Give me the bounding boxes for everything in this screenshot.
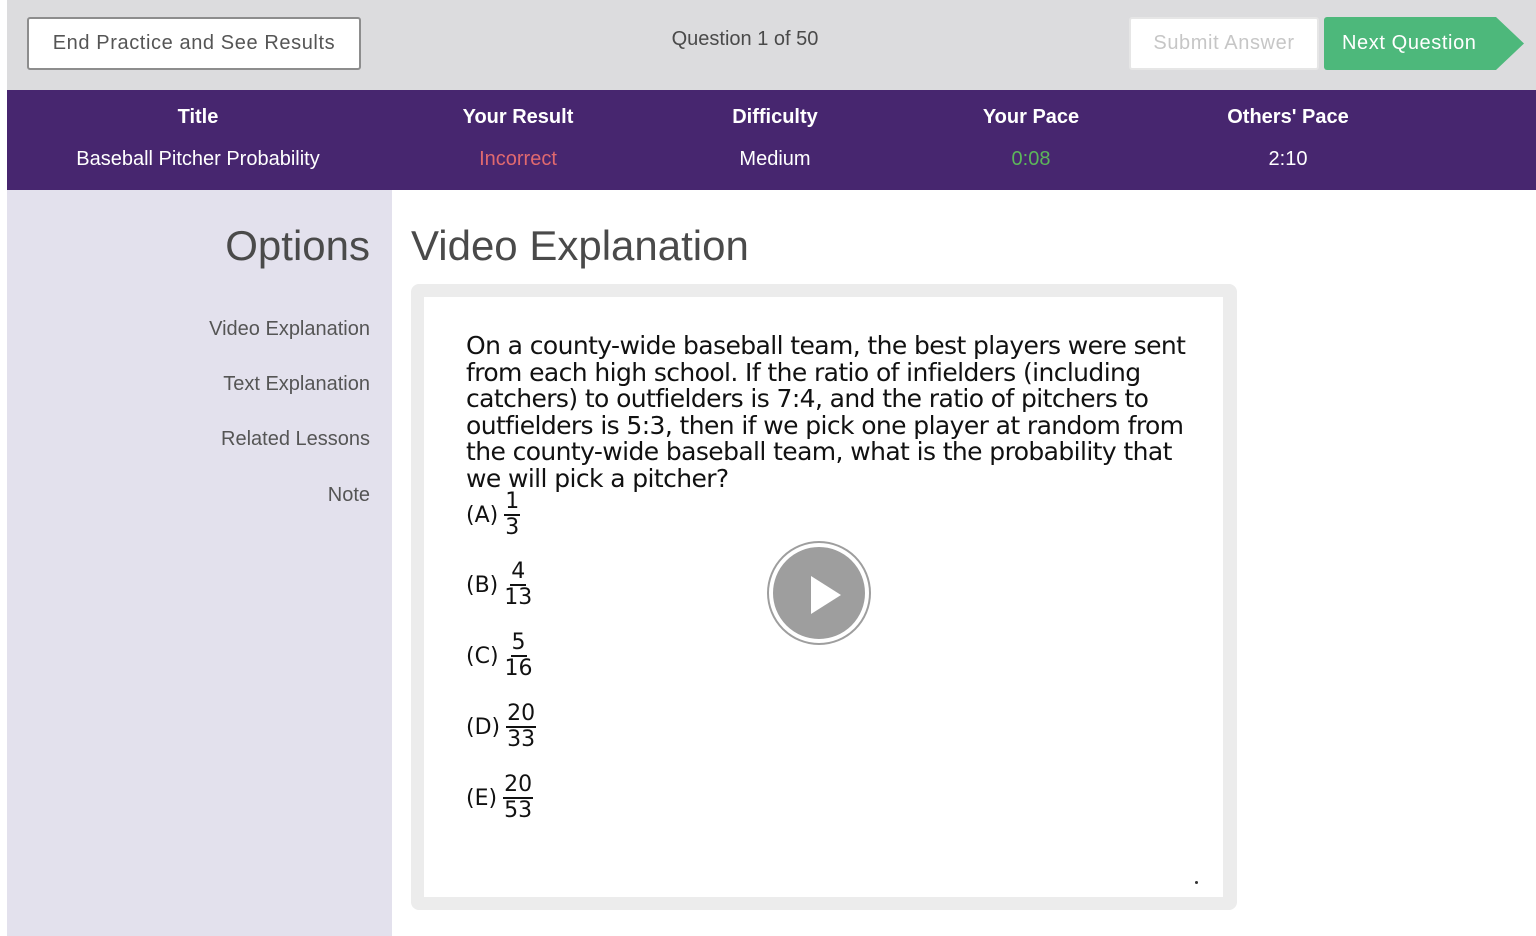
difficulty-label: Difficulty — [732, 106, 818, 128]
your-pace-label: Your Pace — [982, 106, 1080, 128]
others-pace-label: Others' Pace — [1227, 106, 1349, 128]
video-frame-content[interactable]: On a county-wide baseball team, the best… — [424, 297, 1223, 897]
choice-fraction: 20 33 — [506, 701, 537, 752]
choice-letter: (E) — [466, 785, 498, 811]
fraction-numerator: 1 — [504, 489, 521, 516]
difficulty-value: Medium — [739, 148, 811, 170]
choice-letter: (C) — [466, 643, 499, 669]
top-toolbar: End Practice and See Results Question 1 … — [7, 0, 1536, 90]
others-pace-value: 2:10 — [1268, 148, 1308, 170]
choice-letter: (B) — [466, 572, 499, 598]
fraction-denominator: 16 — [504, 656, 533, 681]
answer-choice: (E) 20 53 — [466, 772, 534, 823]
next-question-button[interactable]: Next Question — [1324, 17, 1524, 70]
video-player[interactable]: On a county-wide baseball team, the best… — [411, 284, 1237, 910]
result-value: Incorrect — [479, 148, 557, 170]
page-title: Video Explanation — [411, 222, 749, 269]
choice-fraction: 4 13 — [504, 560, 532, 610]
play-icon — [811, 576, 841, 614]
sidebar-item-text-explanation[interactable]: Text Explanation — [223, 373, 370, 396]
fraction-denominator: 53 — [504, 798, 533, 823]
fraction-numerator: 4 — [510, 559, 527, 586]
options-sidebar: Options Video Explanation Text Explanati… — [7, 190, 392, 936]
sidebar-title: Options — [225, 222, 370, 269]
choice-letter: (D) — [466, 714, 501, 740]
fraction-numerator: 20 — [506, 701, 537, 728]
left-edge — [0, 0, 7, 936]
question-text: On a county-wide baseball team, the best… — [466, 331, 1186, 493]
title-value: Baseball Pitcher Probability — [76, 148, 320, 170]
question-counter: Question 1 of 50 — [671, 28, 819, 50]
fraction-denominator: 3 — [505, 515, 520, 540]
sidebar-item-video-explanation[interactable]: Video Explanation — [209, 318, 370, 341]
choice-fraction: 20 53 — [503, 772, 534, 823]
your-pace-value: 0:08 — [1011, 148, 1051, 170]
fraction-denominator: 33 — [507, 727, 536, 752]
choice-fraction: 1 3 — [504, 489, 521, 540]
choice-fraction: 5 16 — [505, 631, 533, 681]
result-label: Your Result — [462, 106, 574, 128]
answer-choice: (D) 20 33 — [466, 701, 537, 752]
video-artifact-dot — [1195, 881, 1198, 884]
answer-choice: (A) 1 3 — [466, 489, 521, 540]
answer-choice: (B) 4 13 — [466, 560, 532, 610]
play-button[interactable] — [769, 543, 869, 643]
submit-answer-button[interactable]: Submit Answer — [1129, 17, 1319, 70]
fraction-denominator: 13 — [504, 585, 533, 610]
end-practice-button[interactable]: End Practice and See Results — [27, 17, 361, 70]
question-info-bar: Title Baseball Pitcher Probability Your … — [7, 90, 1536, 190]
fraction-numerator: 20 — [503, 772, 534, 799]
title-label: Title — [177, 106, 219, 128]
answer-choice: (C) 5 16 — [466, 631, 533, 681]
fraction-numerator: 5 — [510, 630, 527, 657]
sidebar-item-related-lessons[interactable]: Related Lessons — [221, 428, 370, 451]
sidebar-item-note[interactable]: Note — [328, 484, 370, 507]
choice-letter: (A) — [466, 502, 499, 528]
